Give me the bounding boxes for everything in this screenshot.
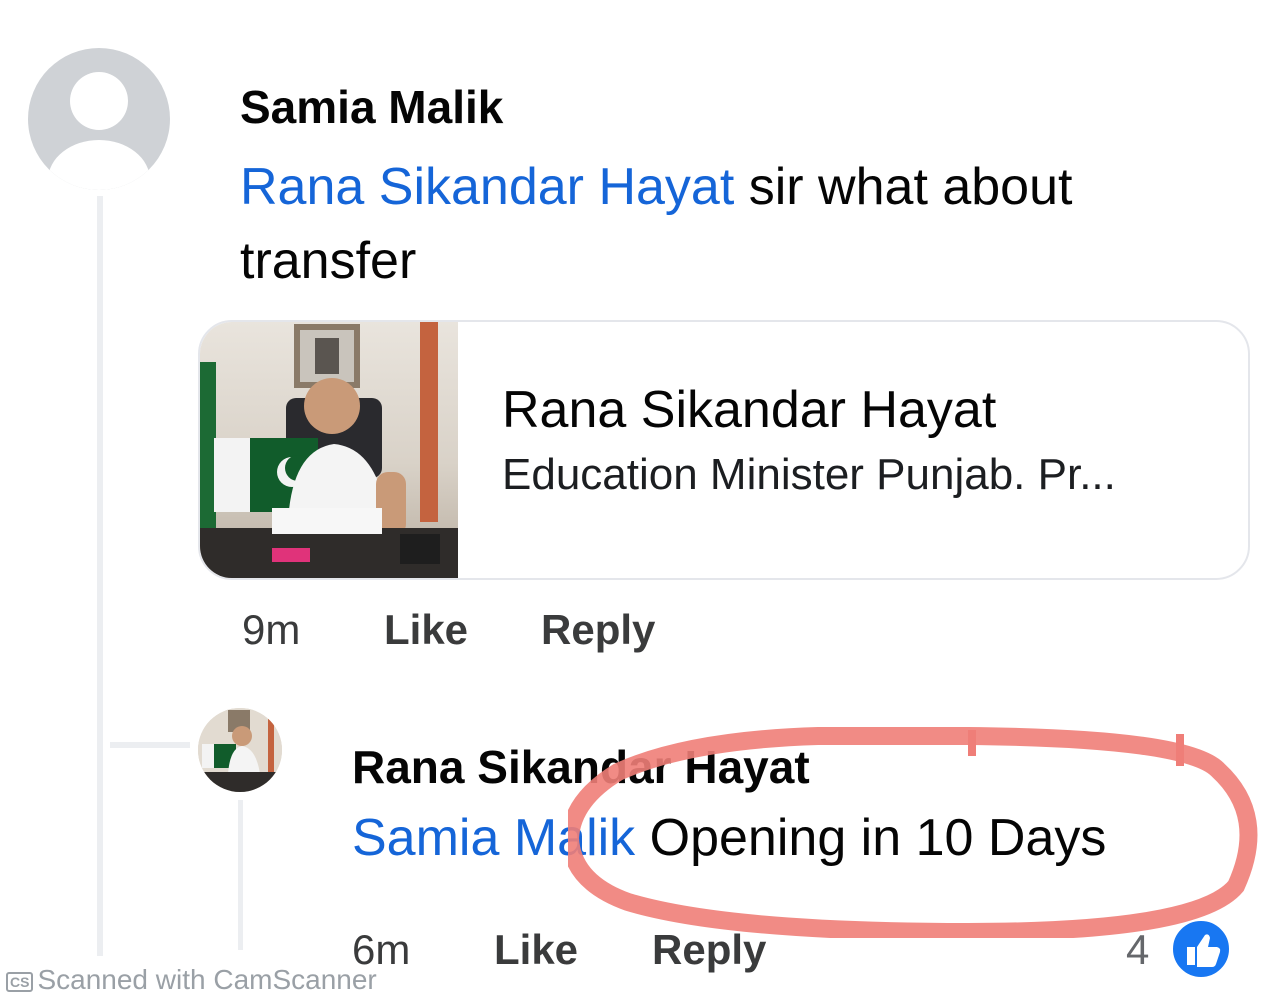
- thread-line-main: [97, 196, 103, 956]
- comment-mention-link[interactable]: Rana Sikandar Hayat: [240, 158, 734, 216]
- thread-line-reply: [238, 800, 243, 950]
- comment-reply-button[interactable]: Reply: [541, 606, 655, 654]
- camscanner-watermark: CS Scanned with CamScanner: [6, 964, 377, 996]
- card-title: Rana Sikandar Hayat: [502, 381, 997, 439]
- thread-line-branch: [110, 742, 190, 748]
- highlight-annotation: [568, 727, 1258, 938]
- profile-link-card[interactable]: Rana Sikandar Hayat Education Minister P…: [198, 320, 1250, 580]
- card-subtitle: Education Minister Punjab. Pr...: [502, 450, 1116, 499]
- comment-like-button[interactable]: Like: [384, 606, 468, 654]
- reply-like-button[interactable]: Like: [494, 926, 578, 974]
- comment-text: Rana Sikandar Hayat sir what about trans…: [240, 158, 1073, 290]
- camscanner-logo-icon: CS: [6, 971, 34, 992]
- profile-thumbnail: [200, 322, 458, 578]
- comment-author[interactable]: Samia Malik: [240, 80, 503, 134]
- reply-author-avatar[interactable]: [198, 708, 282, 792]
- avatar-default-icon[interactable]: [28, 48, 170, 190]
- comment-timestamp[interactable]: 9m: [242, 606, 300, 654]
